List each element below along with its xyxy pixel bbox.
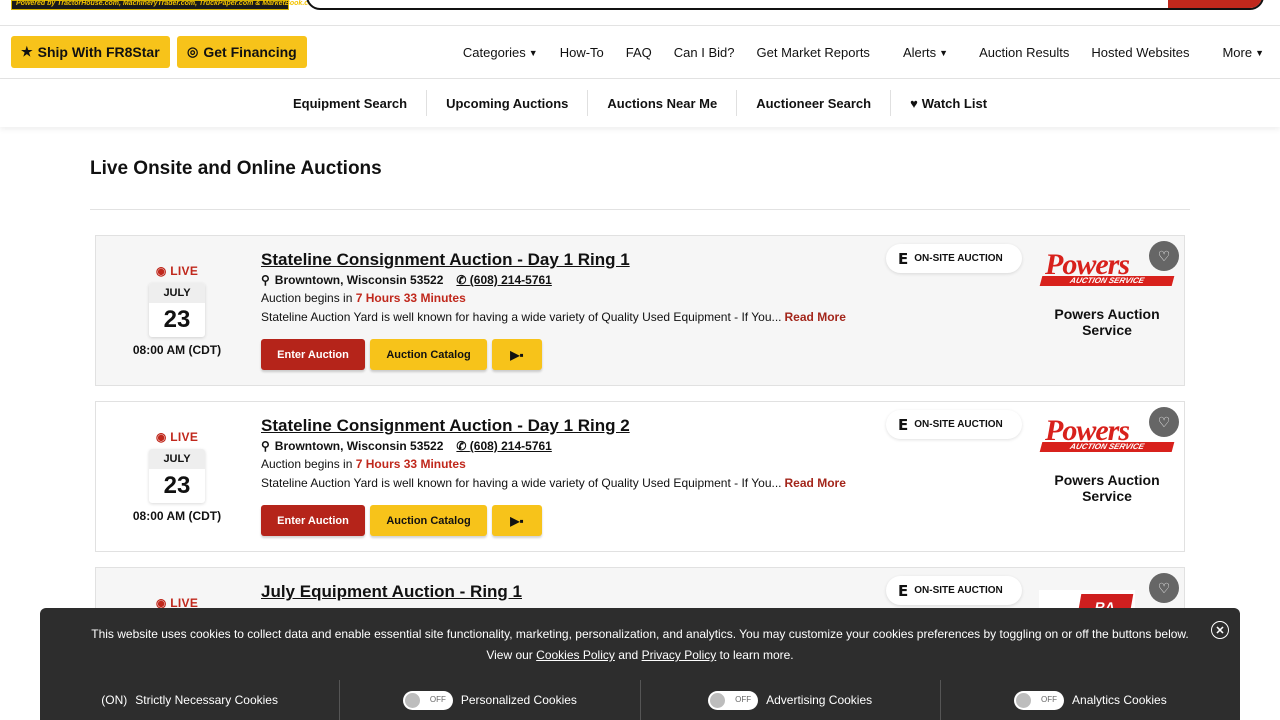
favorite-heart-icon[interactable]: ♡ [1149, 407, 1179, 437]
onsite-badge: E ON-SITE AUCTION [886, 410, 1022, 439]
auction-catalog-button[interactable]: Auction Catalog [370, 339, 487, 370]
map-pin-icon: ⚲ [261, 273, 270, 287]
auction-title-link[interactable]: Stateline Consignment Auction - Day 1 Ri… [261, 416, 630, 436]
coin-icon: ◎ [187, 44, 199, 59]
favorite-heart-icon[interactable]: ♡ [1149, 241, 1179, 271]
site-logo[interactable]: Powered by TractorHouse.com, MachineryTr… [11, 0, 319, 10]
auctioneer-name[interactable]: Powers Auction Service [1039, 306, 1175, 338]
nav-how-to[interactable]: How-To [549, 45, 615, 60]
auction-description: Stateline Auction Yard is well known for… [261, 310, 846, 324]
rss-icon: ◉ [155, 430, 171, 444]
auction-time: 08:00 AM (CDT) [132, 343, 222, 357]
get-financing-button[interactable]: ◎ Get Financing [177, 36, 307, 68]
favorite-heart-icon[interactable]: ♡ [1149, 573, 1179, 603]
auction-title-link[interactable]: Stateline Consignment Auction - Day 1 Ri… [261, 250, 630, 270]
top-strip: Powered by TractorHouse.com, MachineryTr… [0, 0, 1280, 26]
nav-market-reports[interactable]: Get Market Reports [746, 45, 892, 60]
enter-auction-button[interactable]: Enter Auction [261, 339, 365, 370]
phone-link[interactable]: ✆ (608) 214-5761 [456, 273, 551, 287]
phone-icon: ✆ [456, 273, 470, 287]
auction-card: ◉ LIVE JULY 23 08:00 AM (CDT) Stateline … [95, 235, 1185, 386]
truck-icon[interactable]: ▶▪ [492, 505, 542, 536]
auctioneer-name[interactable]: Powers Auction Service [1039, 472, 1175, 504]
heart-icon: ♥ [910, 95, 918, 111]
personalized-toggle[interactable]: OFF [402, 690, 453, 710]
onsite-icon: E [898, 249, 909, 268]
nav-auction-results[interactable]: Auction Results [959, 45, 1080, 60]
rss-icon: ◉ [155, 264, 171, 278]
close-icon[interactable]: ✕ [1211, 621, 1229, 639]
auction-location: ⚲ Browntown, Wisconsin 53522 ✆ (608) 214… [261, 273, 552, 287]
cookie-banner: This website uses cookies to collect dat… [40, 608, 1240, 720]
subnav-auctions-near-me[interactable]: Auctions Near Me [588, 90, 738, 116]
nav-can-i-bid[interactable]: Can I Bid? [663, 45, 746, 60]
auction-location: ⚲ Browntown, Wisconsin 53522 ✆ (608) 214… [261, 439, 552, 453]
calendar-badge: JULY 23 [149, 449, 205, 503]
nav-alerts[interactable]: Alerts ▼ [892, 45, 959, 60]
map-pin-icon: ⚲ [261, 439, 270, 453]
phone-icon: ✆ [456, 439, 470, 453]
live-indicator: ◉ LIVE [155, 430, 199, 444]
auction-time: 08:00 AM (CDT) [132, 509, 222, 523]
star-icon: ★ [21, 44, 33, 59]
cookie-message: This website uses cookies to collect dat… [91, 627, 1189, 662]
caret-down-icon: ▼ [528, 47, 538, 58]
powered-by-text: Powered by TractorHouse.com, MachineryTr… [16, 0, 319, 7]
auction-title-link[interactable]: July Equipment Auction - Ring 1 [261, 582, 522, 602]
analytics-toggle[interactable]: OFF [1014, 690, 1065, 710]
cookie-option-necessary: (ON) Strictly Necessary Cookies [40, 680, 341, 720]
privacy-policy-link[interactable]: Privacy Policy [642, 648, 717, 662]
divider [90, 209, 1190, 210]
auction-countdown: Auction begins in 7 Hours 33 Minutes [261, 291, 466, 305]
cookie-option-advertising: OFF Advertising Cookies [641, 680, 941, 720]
calendar-badge: JULY 23 [149, 283, 205, 337]
onsite-badge: E ON-SITE AUCTION [886, 576, 1022, 605]
caret-down-icon: ▼ [1255, 47, 1264, 58]
nav-hosted-websites[interactable]: Hosted Websites [1080, 45, 1200, 60]
enter-auction-button[interactable]: Enter Auction [261, 505, 365, 536]
truck-icon[interactable]: ▶▪ [492, 339, 542, 370]
onsite-icon: E [898, 415, 909, 434]
auction-catalog-button[interactable]: Auction Catalog [370, 505, 487, 536]
auction-card: ◉ LIVE JULY 23 08:00 AM (CDT) Stateline … [95, 401, 1185, 552]
caret-down-icon: ▼ [939, 47, 949, 58]
cookie-option-analytics: OFF Analytics Cookies [941, 680, 1240, 720]
subnav-equipment-search[interactable]: Equipment Search [274, 90, 428, 116]
nav-links: Categories ▼ How-To FAQ Can I Bid? Get Ma… [452, 26, 1264, 79]
nav-more[interactable]: More ▼ [1200, 45, 1264, 60]
auction-description: Stateline Auction Yard is well known for… [261, 476, 846, 490]
subnav-auctioneer-search[interactable]: Auctioneer Search [737, 90, 892, 116]
live-indicator: ◉ LIVE [155, 264, 199, 278]
search-input[interactable] [306, 0, 1264, 10]
nav-categories[interactable]: Categories ▼ [452, 45, 549, 60]
auction-countdown: Auction begins in 7 Hours 33 Minutes [261, 457, 466, 471]
main-nav: ★ Ship With FR8Star ◎ Get Financing Cate… [0, 26, 1280, 79]
onsite-icon: E [898, 581, 909, 600]
page-title: Live Onsite and Online Auctions [90, 158, 382, 179]
onsite-badge: E ON-SITE AUCTION [886, 244, 1022, 273]
cookie-options: (ON) Strictly Necessary Cookies OFF Pers… [40, 680, 1240, 720]
ship-fr8star-button[interactable]: ★ Ship With FR8Star [11, 36, 170, 68]
read-more-link[interactable]: Read More [785, 476, 846, 490]
phone-link[interactable]: ✆ (608) 214-5761 [456, 439, 551, 453]
subnav-watch-list[interactable]: ♥ Watch List [891, 90, 1006, 116]
cookies-policy-link[interactable]: Cookies Policy [536, 648, 615, 662]
sub-nav: Equipment Search Upcoming Auctions Aucti… [0, 79, 1280, 127]
search-button[interactable] [1168, 0, 1262, 8]
subnav-upcoming-auctions[interactable]: Upcoming Auctions [427, 90, 589, 116]
cookie-option-personalized: OFF Personalized Cookies [340, 680, 641, 720]
advertising-toggle[interactable]: OFF [708, 690, 759, 710]
read-more-link[interactable]: Read More [785, 310, 846, 324]
nav-faq[interactable]: FAQ [615, 45, 663, 60]
